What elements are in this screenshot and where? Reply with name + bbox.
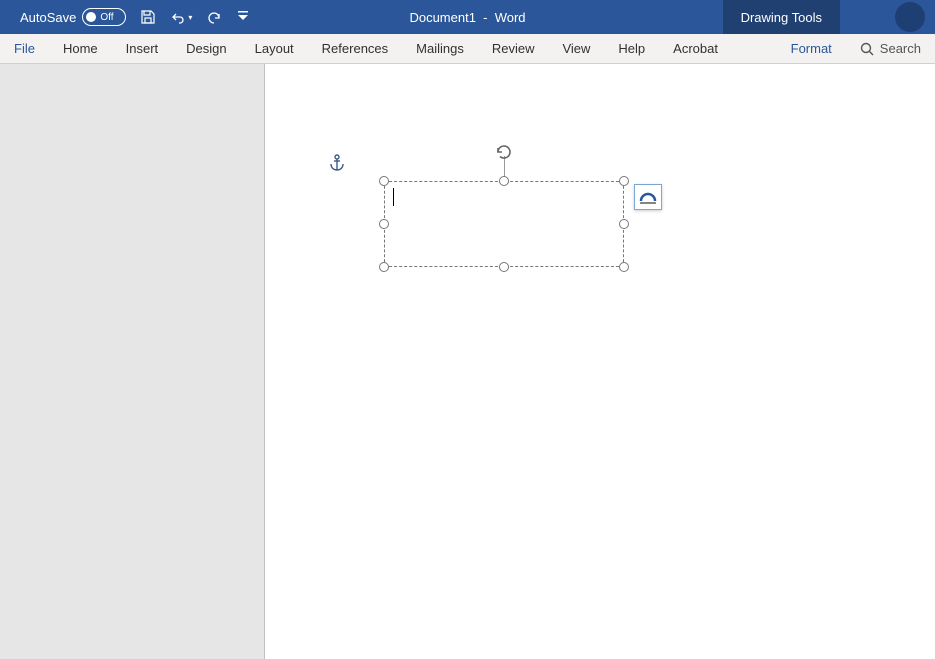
textbox-selection[interactable]	[384, 181, 624, 267]
autosave-state: Off	[100, 12, 113, 23]
user-avatar[interactable]	[895, 2, 925, 32]
tab-home[interactable]: Home	[49, 34, 112, 63]
tab-review[interactable]: Review	[478, 34, 549, 63]
save-button[interactable]	[136, 5, 160, 29]
document-page[interactable]	[264, 64, 935, 659]
title-bar: AutoSave Off ▾ Document1 -	[0, 0, 935, 34]
resize-handle-bottom-left[interactable]	[379, 262, 389, 272]
tab-acrobat[interactable]: Acrobat	[659, 34, 732, 63]
document-title: Document1 - Word	[409, 10, 525, 25]
layout-options-button[interactable]	[634, 184, 662, 210]
tab-file[interactable]: File	[0, 34, 49, 63]
tab-help[interactable]: Help	[604, 34, 659, 63]
tab-design[interactable]: Design	[172, 34, 240, 63]
search-label: Search	[880, 41, 921, 56]
workspace	[0, 64, 935, 659]
autosave-knob	[86, 12, 96, 22]
autosave-toggle[interactable]: Off	[82, 8, 126, 26]
text-cursor	[393, 188, 394, 206]
tab-references[interactable]: References	[308, 34, 402, 63]
textbox[interactable]	[384, 181, 624, 267]
ribbon-tabs: File Home Insert Design Layout Reference…	[0, 34, 935, 64]
undo-button[interactable]: ▾	[170, 9, 192, 25]
drawing-tools-tab-label: Drawing Tools	[723, 0, 840, 34]
layout-options-icon	[638, 189, 658, 205]
resize-handle-top-right[interactable]	[619, 176, 629, 186]
resize-handle-bottom-middle[interactable]	[499, 262, 509, 272]
redo-button[interactable]	[202, 5, 226, 29]
resize-handle-bottom-right[interactable]	[619, 262, 629, 272]
quick-access-toolbar: ▾	[136, 5, 250, 29]
tab-layout[interactable]: Layout	[241, 34, 308, 63]
autosave-label: AutoSave	[20, 10, 76, 25]
search-icon	[860, 42, 874, 56]
resize-handle-top-middle[interactable]	[499, 176, 509, 186]
undo-dropdown-icon[interactable]: ▾	[188, 13, 192, 22]
tab-mailings[interactable]: Mailings	[402, 34, 478, 63]
tab-format[interactable]: Format	[777, 34, 846, 63]
left-gutter	[0, 64, 264, 659]
autosave-group[interactable]: AutoSave Off	[20, 8, 126, 26]
anchor-icon[interactable]	[329, 154, 345, 177]
search-button[interactable]: Search	[860, 34, 921, 63]
resize-handle-top-left[interactable]	[379, 176, 389, 186]
resize-handle-middle-left[interactable]	[379, 219, 389, 229]
tab-insert[interactable]: Insert	[112, 34, 173, 63]
tab-view[interactable]: View	[548, 34, 604, 63]
resize-handle-middle-right[interactable]	[619, 219, 629, 229]
customize-qat-button[interactable]	[236, 5, 250, 29]
rotate-handle[interactable]	[493, 141, 515, 163]
